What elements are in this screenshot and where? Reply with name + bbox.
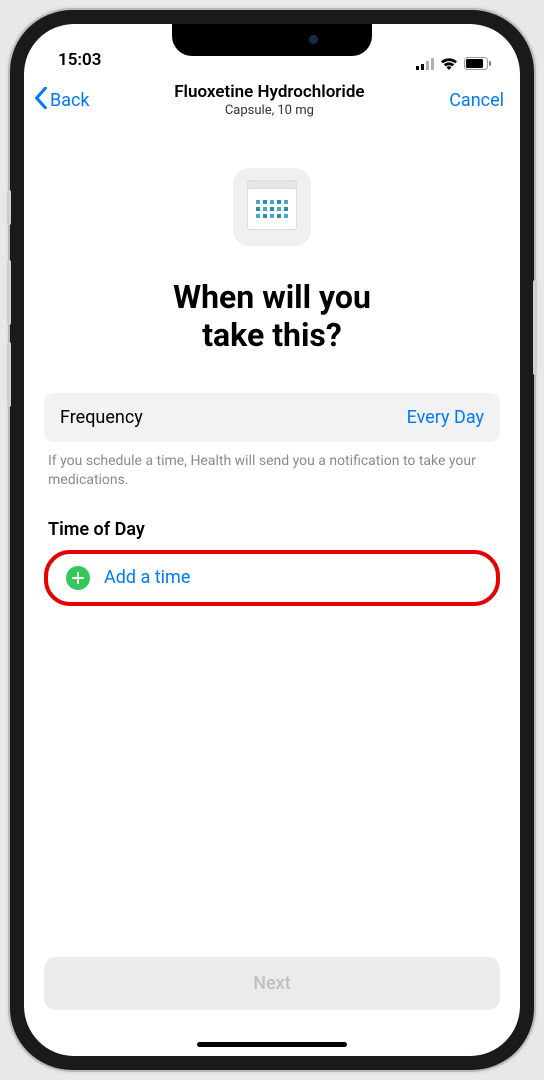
volume-up-button [7, 260, 11, 325]
battery-icon [464, 57, 492, 70]
device-notch [172, 24, 372, 56]
volume-down-button [7, 342, 11, 407]
medication-name: Fluoxetine Hydrochloride [90, 82, 450, 102]
mute-switch [7, 190, 11, 225]
frequency-label: Frequency [60, 407, 143, 428]
home-indicator[interactable] [197, 1042, 347, 1047]
phone-frame: 15:03 Ba [10, 10, 534, 1070]
medication-icon [44, 168, 500, 246]
nav-title: Fluoxetine Hydrochloride Capsule, 10 mg [90, 82, 450, 118]
frequency-value: Every Day [407, 407, 484, 428]
back-label: Back [50, 90, 90, 111]
chevron-left-icon [34, 87, 48, 114]
time-of-day-header: Time of Day [44, 519, 500, 540]
power-button [533, 280, 537, 375]
cancel-button[interactable]: Cancel [449, 90, 504, 111]
plus-icon [66, 566, 90, 590]
add-time-button[interactable]: Add a time [44, 550, 500, 606]
wifi-icon [440, 57, 458, 70]
helper-text: If you schedule a time, Health will send… [44, 452, 500, 491]
page-heading: When will you take this? [44, 278, 500, 355]
status-time: 15:03 [58, 50, 101, 70]
medication-detail: Capsule, 10 mg [90, 103, 450, 118]
frequency-row[interactable]: Frequency Every Day [44, 393, 500, 442]
cellular-signal-icon [416, 58, 434, 70]
back-button[interactable]: Back [34, 87, 90, 114]
next-button[interactable]: Next [44, 957, 500, 1010]
navigation-bar: Back Fluoxetine Hydrochloride Capsule, 1… [24, 74, 520, 130]
add-time-label: Add a time [104, 567, 190, 588]
